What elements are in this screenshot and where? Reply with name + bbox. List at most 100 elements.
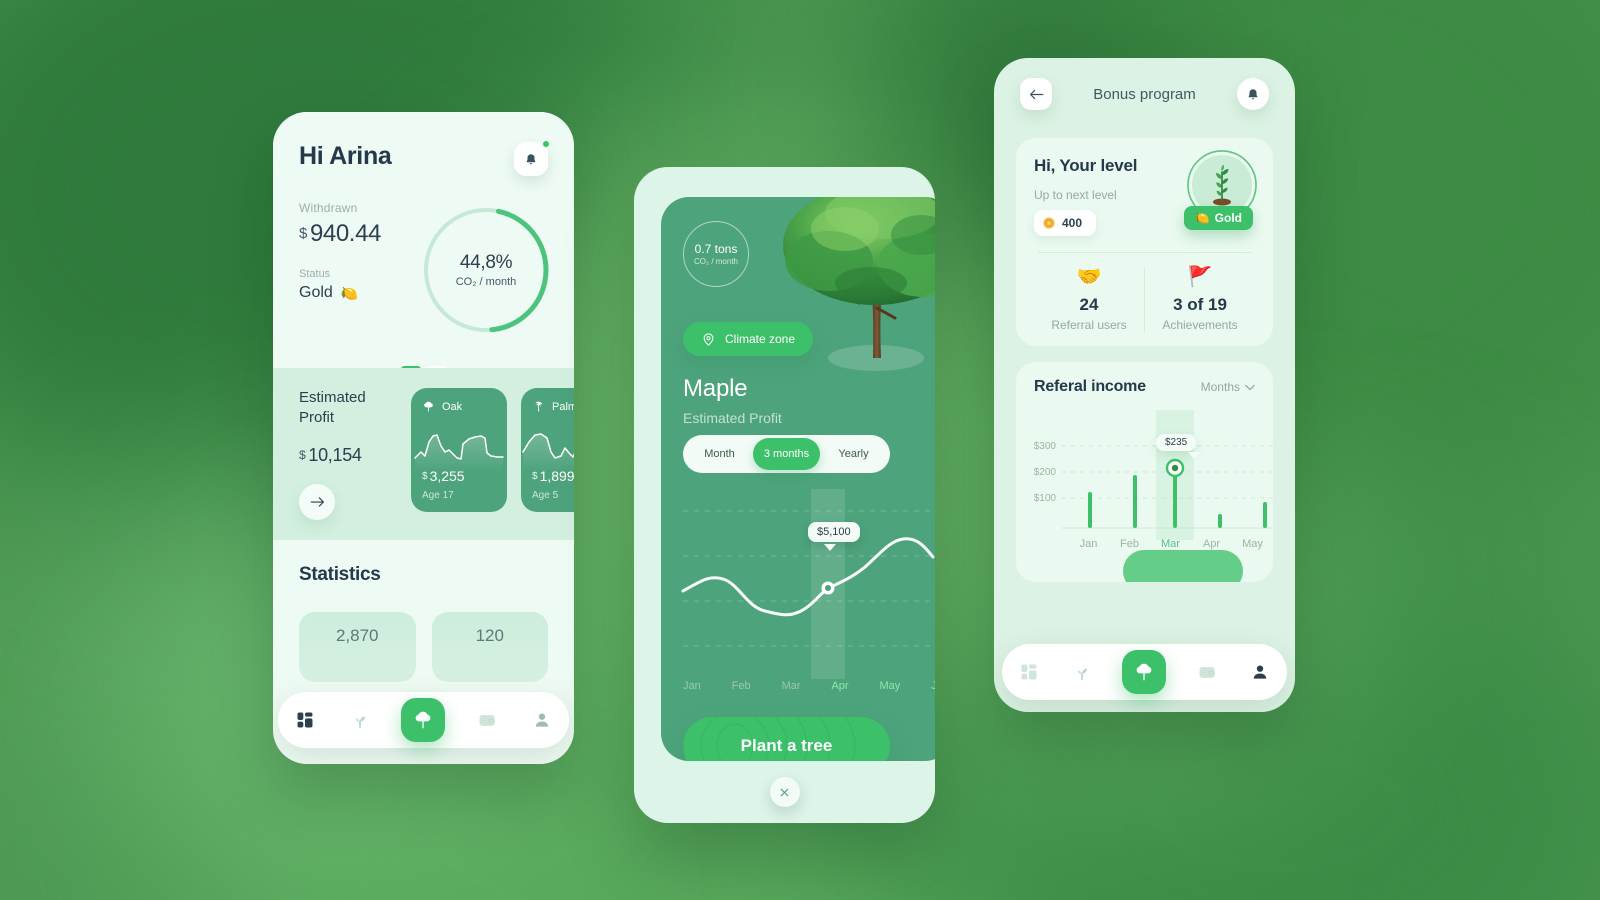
referral-income-card: Referal income Months $300 $200 $100 $23… — [1016, 362, 1273, 582]
notification-dot — [541, 139, 551, 149]
page-title: Hi Arina — [299, 142, 392, 170]
nav-item-tree-active[interactable] — [1122, 650, 1167, 694]
tree-card[interactable]: Palm $1,899 Age 5 — [521, 388, 574, 512]
segment-month[interactable]: Month — [686, 438, 753, 470]
tooltip-arrow — [824, 544, 836, 551]
close-button[interactable] — [769, 777, 800, 807]
co2-caption: CO₂ / month — [455, 276, 517, 288]
climate-zone-button[interactable]: Climate zone — [683, 322, 814, 356]
header: Bonus program — [994, 58, 1295, 130]
tree-amount-value: 1,899 — [539, 468, 574, 484]
bell-icon — [526, 153, 536, 164]
home-hero-card: Hi Arina Withdrawn $940.44 Status Gold 🍋… — [273, 112, 574, 373]
axis-label-may: May — [1242, 538, 1263, 550]
wallet-icon — [1199, 667, 1215, 678]
tree-detail-card: 0.7 tons CO₂ / month Climate zone Maple … — [661, 197, 935, 761]
points-value: 400 — [1062, 216, 1083, 230]
tooltip-arrow — [1188, 452, 1200, 459]
arrow-right-icon — [310, 496, 324, 507]
tree-sparkline — [522, 433, 574, 472]
axis-label-apr: Apr — [831, 680, 849, 692]
co2-percent: 44,8% — [459, 252, 513, 273]
nav-item-tree-active[interactable] — [401, 698, 446, 742]
points-pill: 400 — [1034, 210, 1096, 236]
lemon-emoji-icon: 🍋 — [340, 284, 359, 301]
nav-item-sprout[interactable] — [1069, 659, 1095, 685]
currency-symbol: $ — [532, 471, 538, 482]
co2-tons-badge: 0.7 tons CO₂ / month — [683, 221, 749, 287]
currency-symbol: $ — [299, 447, 306, 462]
chart-month-axis: Jan Feb Mar Apr May — [1068, 538, 1273, 550]
axis-label-mar: Mar — [781, 680, 801, 692]
tree-name: Oak — [442, 400, 463, 413]
axis-label-jan: Jan — [683, 680, 701, 692]
period-segmented-control[interactable]: Month 3 months Yearly — [683, 435, 890, 473]
withdrawn-value: 940.44 — [309, 220, 381, 247]
stat-value: 3 of 19 — [1173, 295, 1227, 314]
estimated-profit-value: $10,154 — [299, 445, 397, 466]
bottom-navigation[interactable] — [278, 692, 569, 748]
chart-title: Referal income — [1034, 378, 1146, 395]
tree-amount: $3,255 — [422, 468, 465, 484]
chevron-down-icon — [1245, 384, 1255, 390]
notification-button[interactable] — [1237, 78, 1269, 110]
svg-text:$200: $200 — [1034, 467, 1057, 478]
tree-name-title: Maple — [683, 375, 748, 402]
stat-referral-users: 🤝 24 Referral users — [1034, 267, 1144, 332]
axis-label-apr: Apr — [1202, 538, 1221, 550]
plant-a-tree-label: Plant a tree — [740, 736, 833, 755]
sprout-plant-icon — [1213, 164, 1231, 206]
phone-home-screen: Hi Arina Withdrawn $940.44 Status Gold 🍋… — [273, 112, 574, 764]
stat-box[interactable]: 2,870 — [299, 611, 416, 682]
bell-icon — [1248, 88, 1258, 99]
nav-item-wallet[interactable] — [474, 707, 500, 733]
phone-bonus-program-screen: Bonus program Hi, Your level Up to next … — [994, 58, 1295, 712]
level-card: Hi, Your level Up to next level 400 🍋 Go… — [1016, 138, 1273, 346]
tree-icon — [1137, 663, 1152, 681]
stat-caption: Achievements — [1162, 318, 1238, 332]
coin-icon — [1043, 217, 1055, 229]
segment-3-months[interactable]: 3 months — [753, 438, 820, 470]
maple-tree-image — [783, 197, 935, 371]
estimated-profit-label: Estimated Profit — [683, 410, 782, 426]
bonus-stats: 🤝 24 Referral users 🚩 3 of 19 Achievemen… — [1034, 267, 1255, 332]
sprout-icon — [1077, 668, 1088, 681]
co2-tons-value: 0.7 tons — [694, 242, 738, 256]
tree-card[interactable]: Oak $3,255 Age 17 — [411, 388, 507, 512]
period-select[interactable]: Months — [1201, 380, 1255, 394]
next-button[interactable] — [299, 483, 335, 520]
period-select-value: Months — [1200, 380, 1240, 394]
tree-name: Palm — [552, 400, 574, 413]
flag-emoji-icon: 🚩 — [1187, 266, 1213, 288]
notification-button[interactable] — [514, 139, 551, 176]
estimated-profit-info: Estimated Profit $10,154 — [299, 388, 397, 520]
currency-symbol: $ — [422, 471, 428, 482]
svg-text:$300: $300 — [1034, 441, 1057, 452]
chart-tooltip: $235 — [1156, 434, 1197, 451]
estimated-profit-number: 10,154 — [308, 444, 362, 465]
nav-item-profile[interactable] — [529, 707, 555, 733]
stat-box[interactable]: 120 — [431, 611, 548, 682]
person-icon — [1254, 665, 1267, 679]
bottom-navigation[interactable] — [1002, 644, 1287, 700]
nav-item-dashboard[interactable] — [292, 707, 318, 733]
obscured-button[interactable] — [1123, 550, 1243, 582]
chart-tooltip: $5,100 — [808, 522, 860, 542]
chart-month-axis: Jan Feb Mar Apr May Jun — [683, 680, 935, 692]
nav-item-profile[interactable] — [1247, 659, 1273, 685]
tree-amount: $1,899 — [532, 468, 574, 484]
nav-item-wallet[interactable] — [1194, 659, 1220, 685]
currency-symbol: $ — [299, 225, 307, 242]
estimated-profit-title: Estimated Profit — [299, 389, 366, 427]
estimated-profit-section: Estimated Profit $10,154 Oak $ 3,255 Age… — [273, 368, 574, 540]
nav-item-sprout[interactable] — [347, 707, 373, 733]
nav-item-dashboard[interactable] — [1016, 659, 1042, 685]
plant-a-tree-button[interactable]: Plant a tree — [683, 717, 890, 761]
segment-yearly[interactable]: Yearly — [820, 438, 887, 470]
stat-value: 24 — [1079, 295, 1099, 314]
statistics-title: Statistics — [299, 563, 381, 585]
climate-zone-label: Climate zone — [725, 332, 796, 346]
co2-donut-chart: 44,8% CO₂ / month — [420, 204, 552, 336]
svg-text:$100: $100 — [1034, 493, 1057, 504]
phone-tree-detail-screen: 0.7 tons CO₂ / month Climate zone Maple … — [634, 167, 935, 823]
